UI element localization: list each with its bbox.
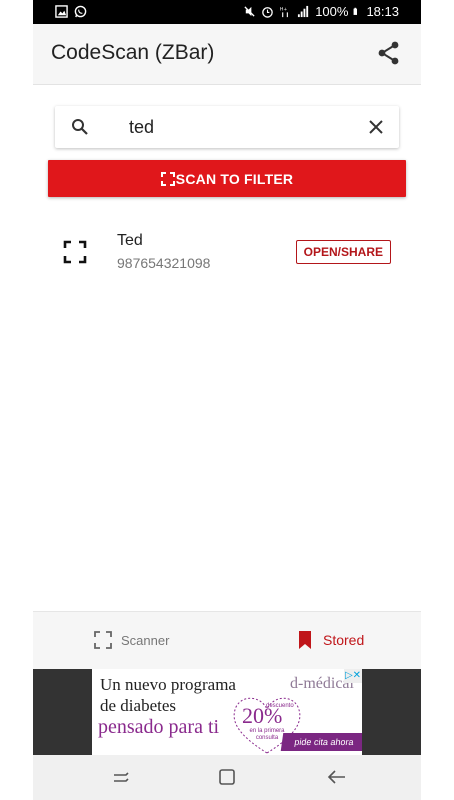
bookmark-icon [299,631,311,649]
mute-icon [244,6,255,17]
list-item[interactable]: Ted 987654321098 OPEN/SHARE [33,222,421,282]
search-input[interactable] [129,114,349,140]
home-icon[interactable] [217,767,237,787]
recent-apps-icon[interactable] [111,767,131,787]
back-icon[interactable] [327,767,347,787]
alarm-icon [262,7,273,18]
battery-percent: 100% [315,4,349,19]
scanner-icon [94,631,112,649]
image-icon [55,5,68,18]
status-right: H+ 100% 18:13 [243,4,399,19]
scan-to-filter-button[interactable]: SCAN TO FILTER [48,160,406,197]
system-nav-bar [33,755,421,800]
close-icon[interactable] [367,118,385,136]
tab-scanner[interactable]: Scanner [93,630,169,650]
barcode-scan-icon [63,240,87,264]
ad-line-2: de diabetes [100,696,176,715]
phone-screen: H+ 100% 18:13 CodeScan (ZBar) ted SCAN T… [33,0,421,800]
status-bar: H+ 100% 18:13 [33,0,421,24]
battery-icon [354,7,358,15]
hd-icon: H+ [280,7,289,18]
search-bar [55,106,399,148]
tab-scanner-label: Scanner [121,632,170,648]
share-icon[interactable] [377,40,401,66]
app-bar: CodeScan (ZBar) [33,24,421,85]
bottom-nav: Scanner Stored [33,611,421,670]
status-left [55,5,87,18]
item-code: 987654321098 [117,255,211,271]
tab-stored-label: Stored [323,632,365,648]
svg-text:H+: H+ [280,7,287,13]
whatsapp-icon [74,5,87,18]
scan-frame-icon [160,171,175,186]
ad-banner: Un nuevo programa de diabetes pensado pa… [33,669,421,755]
item-name: Ted [117,232,143,249]
ad-cta-button[interactable]: pide cita ahora [280,733,362,751]
ad-line-3: pensado para ti [98,716,220,738]
ad-line-1: Un nuevo programa [100,675,236,694]
open-share-button[interactable]: OPEN/SHARE [295,240,391,264]
scan-to-filter-label: SCAN TO FILTER [175,170,294,187]
page-title: CodeScan (ZBar) [51,41,215,64]
ad-percent: 20% [242,703,283,728]
clock: 18:13 [366,4,399,19]
tab-stored[interactable]: Stored [295,630,364,650]
adchoices-icon[interactable]: ▷✕ [344,669,362,683]
signal-icon [298,5,309,18]
ad-content[interactable]: Un nuevo programa de diabetes pensado pa… [92,669,362,755]
search-icon [72,119,88,135]
